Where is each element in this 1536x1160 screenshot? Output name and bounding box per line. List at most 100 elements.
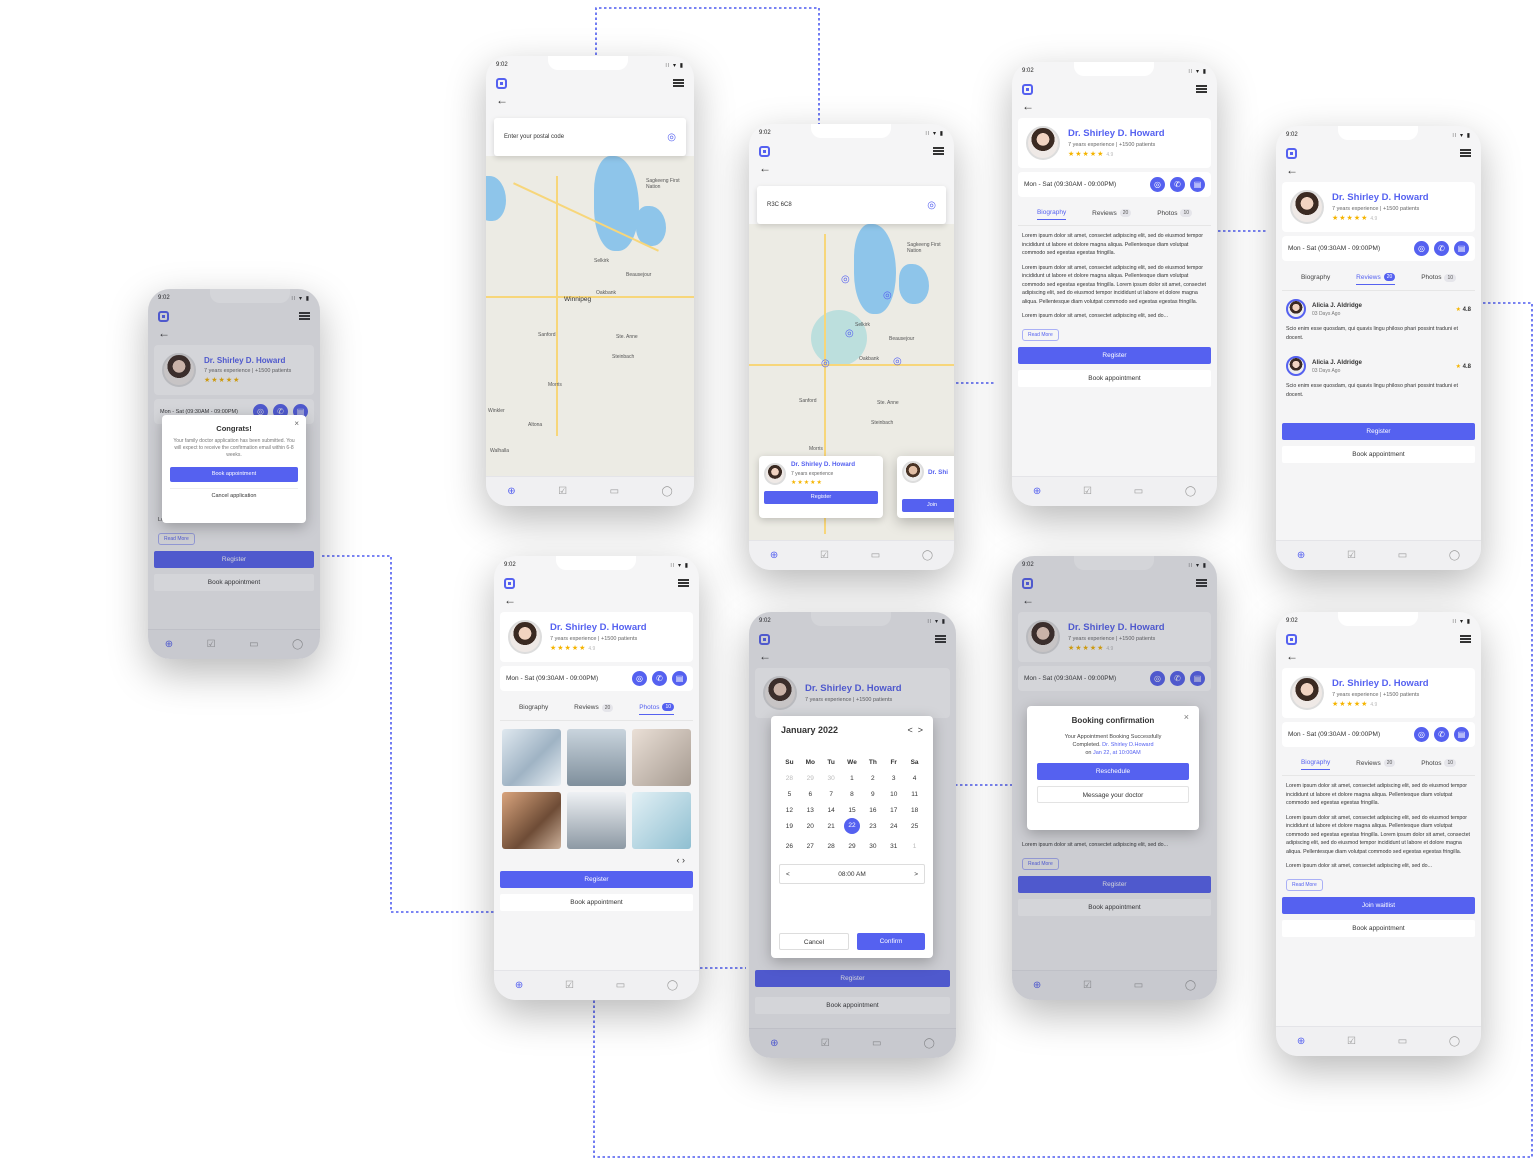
- tab-reviews[interactable]: Reviews 20: [1356, 273, 1396, 285]
- nav-profile-icon[interactable]: ◯: [292, 639, 303, 650]
- doctor-result-card[interactable]: Dr. Shi Join: [897, 456, 954, 518]
- calendar-day[interactable]: 1: [904, 843, 925, 850]
- calendar-day[interactable]: 30: [862, 843, 883, 850]
- nav-calendar-icon[interactable]: ☑: [1083, 980, 1092, 991]
- calendar-day[interactable]: 5: [779, 791, 800, 798]
- nav-calendar-icon[interactable]: ☑: [207, 639, 216, 650]
- book-appointment-button[interactable]: Book appointment: [1018, 898, 1211, 916]
- calendar-day[interactable]: 6: [800, 791, 821, 798]
- read-more-button[interactable]: Read More: [1286, 878, 1323, 891]
- calendar-day[interactable]: 12: [779, 807, 800, 814]
- doctor-marker-icon[interactable]: ◎: [821, 358, 830, 369]
- back-arrow-icon[interactable]: ←: [749, 160, 954, 176]
- chat-icon[interactable]: ▤: [1454, 727, 1469, 742]
- calendar-day[interactable]: 13: [800, 807, 821, 814]
- cancel-button[interactable]: Cancel: [779, 933, 849, 950]
- location-icon[interactable]: ◎: [1414, 241, 1429, 256]
- book-appointment-button[interactable]: Book appointment: [1282, 446, 1475, 463]
- nav-chat-icon[interactable]: ▭: [1398, 1036, 1407, 1047]
- register-button[interactable]: Register: [500, 871, 693, 888]
- tab-photos[interactable]: Photos 10: [1157, 209, 1193, 220]
- calendar-day[interactable]: 21: [821, 823, 842, 834]
- calendar-day[interactable]: 18: [904, 807, 925, 814]
- doctor-result-card[interactable]: Dr. Shirley D. Howard 7 years experience…: [759, 456, 883, 518]
- clinic-photo[interactable]: [567, 729, 626, 786]
- postal-code-input[interactable]: Enter your postal code ◎: [494, 118, 686, 156]
- menu-icon[interactable]: [299, 312, 310, 320]
- chat-icon[interactable]: ▤: [1190, 671, 1205, 686]
- doctor-marker-icon[interactable]: ◎: [883, 290, 892, 301]
- message-doctor-button[interactable]: Message your doctor: [1037, 786, 1189, 803]
- doctor-marker-icon[interactable]: ◎: [841, 274, 850, 285]
- clinic-photo[interactable]: [632, 792, 691, 849]
- calendar-day[interactable]: 19: [779, 823, 800, 834]
- nav-search-icon[interactable]: ⊕: [770, 550, 778, 561]
- cancel-application-button[interactable]: Cancel application: [170, 488, 298, 499]
- time-prev-icon[interactable]: <: [786, 871, 790, 878]
- photo-pager-arrows[interactable]: ‹ ›: [494, 849, 699, 865]
- register-button[interactable]: Register: [154, 550, 314, 568]
- phone-icon[interactable]: ✆: [1434, 241, 1449, 256]
- nav-chat-icon[interactable]: ▭: [249, 639, 258, 650]
- menu-icon[interactable]: [933, 147, 944, 155]
- register-button[interactable]: Register: [1018, 346, 1211, 364]
- back-arrow-icon[interactable]: ←: [148, 325, 320, 341]
- congrats-book-button[interactable]: Book appointment: [170, 467, 298, 482]
- calendar-day[interactable]: 10: [883, 791, 904, 798]
- nav-chat-icon[interactable]: ▭: [1134, 486, 1143, 497]
- calendar-day[interactable]: 29: [842, 843, 863, 850]
- location-icon[interactable]: ◎: [1414, 727, 1429, 742]
- nav-search-icon[interactable]: ⊕: [1297, 1036, 1305, 1047]
- menu-icon[interactable]: [935, 635, 946, 643]
- location-icon[interactable]: ◎: [1150, 671, 1165, 686]
- nav-profile-icon[interactable]: ◯: [1449, 550, 1460, 561]
- phone-icon[interactable]: ✆: [1170, 671, 1185, 686]
- nav-calendar-icon[interactable]: ☑: [558, 486, 567, 497]
- calendar-day[interactable]: 20: [800, 823, 821, 834]
- tab-reviews[interactable]: Reviews 20: [1356, 759, 1396, 770]
- back-arrow-icon[interactable]: ←: [1276, 162, 1481, 178]
- reschedule-button[interactable]: Reschedule: [1037, 763, 1189, 780]
- clinic-photo[interactable]: [632, 729, 691, 786]
- chat-icon[interactable]: ▤: [1454, 241, 1469, 256]
- calendar-day[interactable]: 24: [883, 823, 904, 834]
- nav-chat-icon[interactable]: ▭: [610, 486, 619, 497]
- tab-photos[interactable]: Photos 10: [1421, 273, 1457, 285]
- register-button[interactable]: Register: [764, 491, 878, 504]
- calendar-day[interactable]: 31: [883, 843, 904, 850]
- nav-profile-icon[interactable]: ◯: [667, 980, 678, 991]
- back-arrow-icon[interactable]: ←: [494, 592, 699, 608]
- prev-month-button[interactable]: <: [907, 725, 912, 735]
- nav-profile-icon[interactable]: ◯: [1185, 486, 1196, 497]
- menu-icon[interactable]: [1196, 85, 1207, 93]
- tab-photos[interactable]: Photos 10: [1421, 759, 1457, 770]
- chat-icon[interactable]: ▤: [1190, 177, 1205, 192]
- calendar-day[interactable]: 25: [904, 823, 925, 834]
- menu-icon[interactable]: [1460, 635, 1471, 643]
- read-more-button[interactable]: Read More: [1022, 857, 1059, 870]
- book-appointment-button[interactable]: Book appointment: [500, 894, 693, 911]
- map-pin-icon[interactable]: ◎: [667, 132, 676, 143]
- map-view[interactable]: Sagkeeng First Nation Selkirk Beausejour…: [486, 156, 694, 476]
- calendar-day[interactable]: 26: [779, 843, 800, 850]
- nav-chat-icon[interactable]: ▭: [1398, 550, 1407, 561]
- location-icon[interactable]: ◎: [1150, 177, 1165, 192]
- menu-icon[interactable]: [1460, 149, 1471, 157]
- nav-chat-icon[interactable]: ▭: [872, 1038, 881, 1049]
- confirm-button[interactable]: Confirm: [857, 933, 925, 950]
- calendar-day[interactable]: 16: [862, 807, 883, 814]
- calendar-day[interactable]: 2: [862, 775, 883, 782]
- back-arrow-icon[interactable]: ←: [1012, 98, 1217, 114]
- tab-biography[interactable]: Biography: [1036, 209, 1067, 220]
- read-more-button[interactable]: Read More: [158, 532, 195, 545]
- nav-chat-icon[interactable]: ▭: [871, 550, 880, 561]
- nav-search-icon[interactable]: ⊕: [770, 1038, 778, 1049]
- nav-profile-icon[interactable]: ◯: [1185, 980, 1196, 991]
- nav-search-icon[interactable]: ⊕: [515, 980, 523, 991]
- postal-code-input[interactable]: R3C 6C8 ◎: [757, 186, 946, 224]
- nav-search-icon[interactable]: ⊕: [507, 486, 515, 497]
- nav-search-icon[interactable]: ⊕: [165, 639, 173, 650]
- tab-biography[interactable]: Biography: [1301, 273, 1330, 285]
- time-picker[interactable]: < 08:00 AM >: [779, 864, 925, 884]
- register-button[interactable]: Register: [1282, 423, 1475, 440]
